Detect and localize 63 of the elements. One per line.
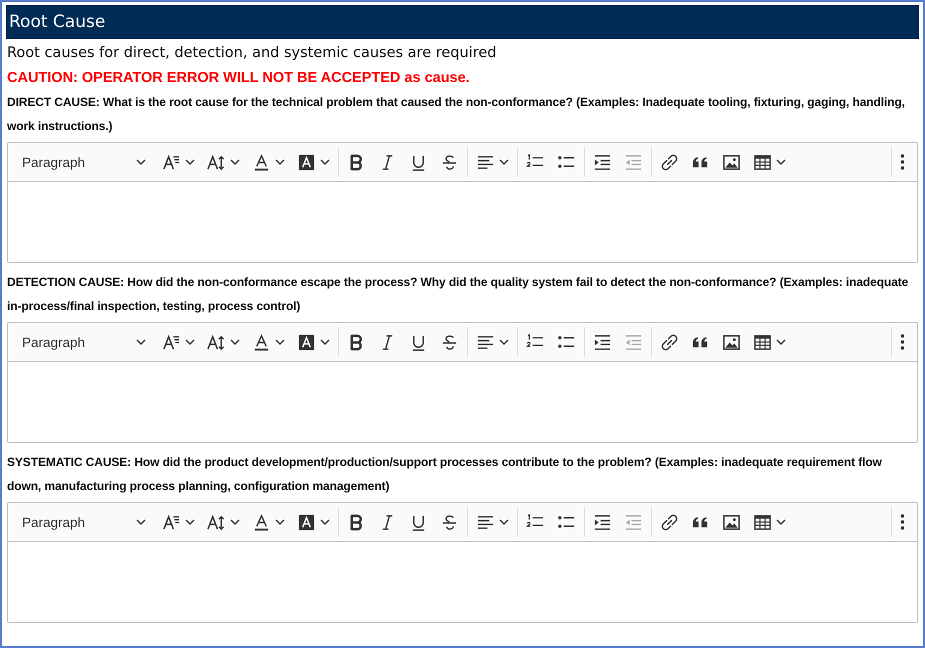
highlight-icon (297, 512, 316, 532)
more-icon (900, 154, 905, 170)
caret-icon (776, 339, 786, 345)
caret-icon (275, 519, 285, 525)
highlight-icon (297, 152, 316, 172)
image-icon (722, 332, 741, 352)
caret-icon (230, 339, 240, 345)
caret-icon (136, 519, 146, 525)
table-icon (753, 152, 772, 172)
caret-icon (185, 339, 195, 345)
font-color-icon (252, 512, 271, 532)
caret-icon (320, 159, 330, 165)
font-size-icon (162, 512, 181, 532)
caret-icon (499, 339, 509, 345)
caret-icon (136, 339, 146, 345)
caret-icon (275, 159, 285, 165)
font-size-icon (162, 152, 181, 172)
question-label: DIRECT CAUSE: What is the root cause for the technical problem that caused the non-conformance? (Examples: Inadequate tooling, fixturing, gaging, handling, work instructions.) (7, 94, 906, 135)
strikethrough-icon (440, 152, 459, 172)
strikethrough-icon (440, 332, 459, 352)
strikethrough-icon (440, 512, 459, 532)
link-icon (660, 152, 679, 172)
image-icon (722, 512, 741, 532)
heading-dropdown[interactable]: Paragraph (14, 147, 154, 177)
line-height-icon (207, 152, 226, 172)
line-height-icon (207, 512, 226, 532)
caret-icon (136, 159, 146, 165)
more-icon (900, 334, 905, 350)
intro-text: Root causes for direct, detection, and systemic causes are required (7, 44, 498, 63)
heading-dropdown[interactable]: Paragraph (14, 327, 154, 357)
line-height-icon (207, 332, 226, 352)
font-color-icon (252, 332, 271, 352)
caret-icon (230, 159, 240, 165)
caret-icon (185, 519, 195, 525)
indent-icon (593, 152, 612, 172)
section-title: Root Cause (9, 12, 106, 32)
outdent-icon (624, 332, 643, 352)
caret-icon (320, 339, 330, 345)
link-icon (660, 512, 679, 532)
image-icon (722, 152, 741, 172)
font-color-icon (252, 152, 271, 172)
indent-icon (593, 512, 612, 532)
table-icon (753, 332, 772, 352)
more-icon (900, 514, 905, 530)
caret-icon (320, 519, 330, 525)
caret-icon (275, 339, 285, 345)
link-icon (660, 332, 679, 352)
outdent-icon (624, 512, 643, 532)
indent-icon (593, 332, 612, 352)
caret-icon (776, 159, 786, 165)
heading-dropdown[interactable]: Paragraph (14, 507, 154, 537)
caret-icon (185, 159, 195, 165)
caret-icon (499, 159, 509, 165)
outdent-icon (624, 152, 643, 172)
caution-text: CAUTION: OPERATOR ERROR WILL NOT BE ACCEPTED as cause. (7, 69, 471, 88)
caret-icon (230, 519, 240, 525)
font-size-icon (162, 332, 181, 352)
question-label: DETECTION CAUSE: How did the non-conformance escape the process? Why did the quality system fail to detect the non-conformance? (Examples: inadequate in-process/final inspection, testing, process control) (7, 274, 910, 315)
question-label: SYSTEMATIC CAUSE: How did the product development/production/support processes contribute to the problem? (Examples: inadequate requirement flow down, manufacturing process planning, configuration management) (7, 454, 883, 495)
table-icon (753, 512, 772, 532)
caret-icon (776, 519, 786, 525)
caret-icon (499, 519, 509, 525)
highlight-icon (297, 332, 316, 352)
